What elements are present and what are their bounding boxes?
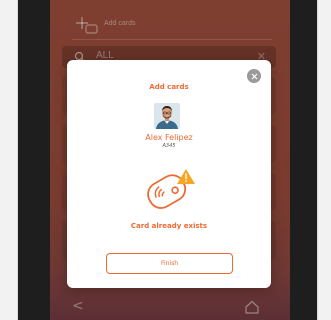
avatar bbox=[154, 103, 180, 129]
right-edge bbox=[317, 0, 331, 320]
close-button[interactable] bbox=[247, 69, 261, 83]
user-id: A345 bbox=[162, 143, 176, 149]
device-frame: Add cards ALL ✕ < Add cards Alex Felipez… bbox=[0, 0, 331, 320]
left-edge bbox=[0, 0, 18, 320]
navigation-bar: < bbox=[50, 295, 290, 320]
add-cards-label: Add cards bbox=[104, 20, 136, 27]
right-bezel bbox=[290, 0, 317, 320]
user-name: Alex Felipez bbox=[145, 133, 193, 142]
finish-button[interactable]: Finish bbox=[106, 253, 233, 274]
add-card-icon bbox=[76, 17, 98, 34]
add-card-dialog: Add cards Alex Felipez A345 Card already… bbox=[67, 60, 271, 288]
left-bezel bbox=[18, 0, 50, 320]
home-icon[interactable] bbox=[244, 300, 260, 314]
back-icon[interactable]: < bbox=[72, 298, 84, 314]
nfc-card-warning-icon bbox=[147, 169, 195, 209]
close-icon bbox=[251, 73, 257, 79]
dialog-title: Add cards bbox=[149, 83, 189, 91]
add-cards-row[interactable]: Add cards bbox=[72, 12, 272, 40]
status-message: Card already exists bbox=[130, 222, 208, 230]
